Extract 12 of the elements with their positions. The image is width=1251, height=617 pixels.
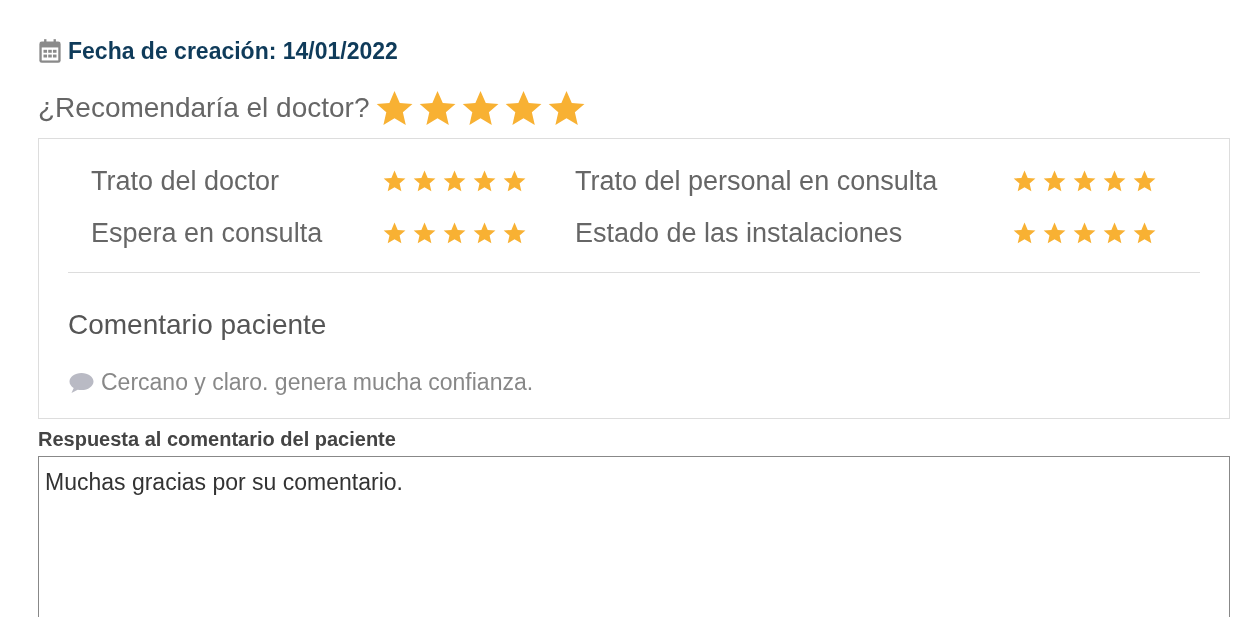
calendar-icon xyxy=(38,38,62,64)
rating-label: Estado de las instalaciones xyxy=(575,217,904,249)
reply-field[interactable]: Muchas gracias por su comentario. xyxy=(38,456,1230,617)
comment-text: Cercano y claro. genera mucha confianza. xyxy=(101,369,534,396)
rating-label: Trato del doctor xyxy=(91,165,281,197)
speech-bubble-icon xyxy=(68,371,95,394)
rating-label: Espera en consulta xyxy=(91,217,324,249)
creation-date: Fecha de creación: 14/01/2022 xyxy=(68,37,398,65)
rating-label: Trato del personal en consulta xyxy=(575,165,939,197)
section-title: Comentario paciente xyxy=(68,309,328,341)
field-label: Respuesta al comentario del paciente xyxy=(38,428,397,451)
question-text: ¿Recomendaría el doctor? xyxy=(38,92,370,124)
